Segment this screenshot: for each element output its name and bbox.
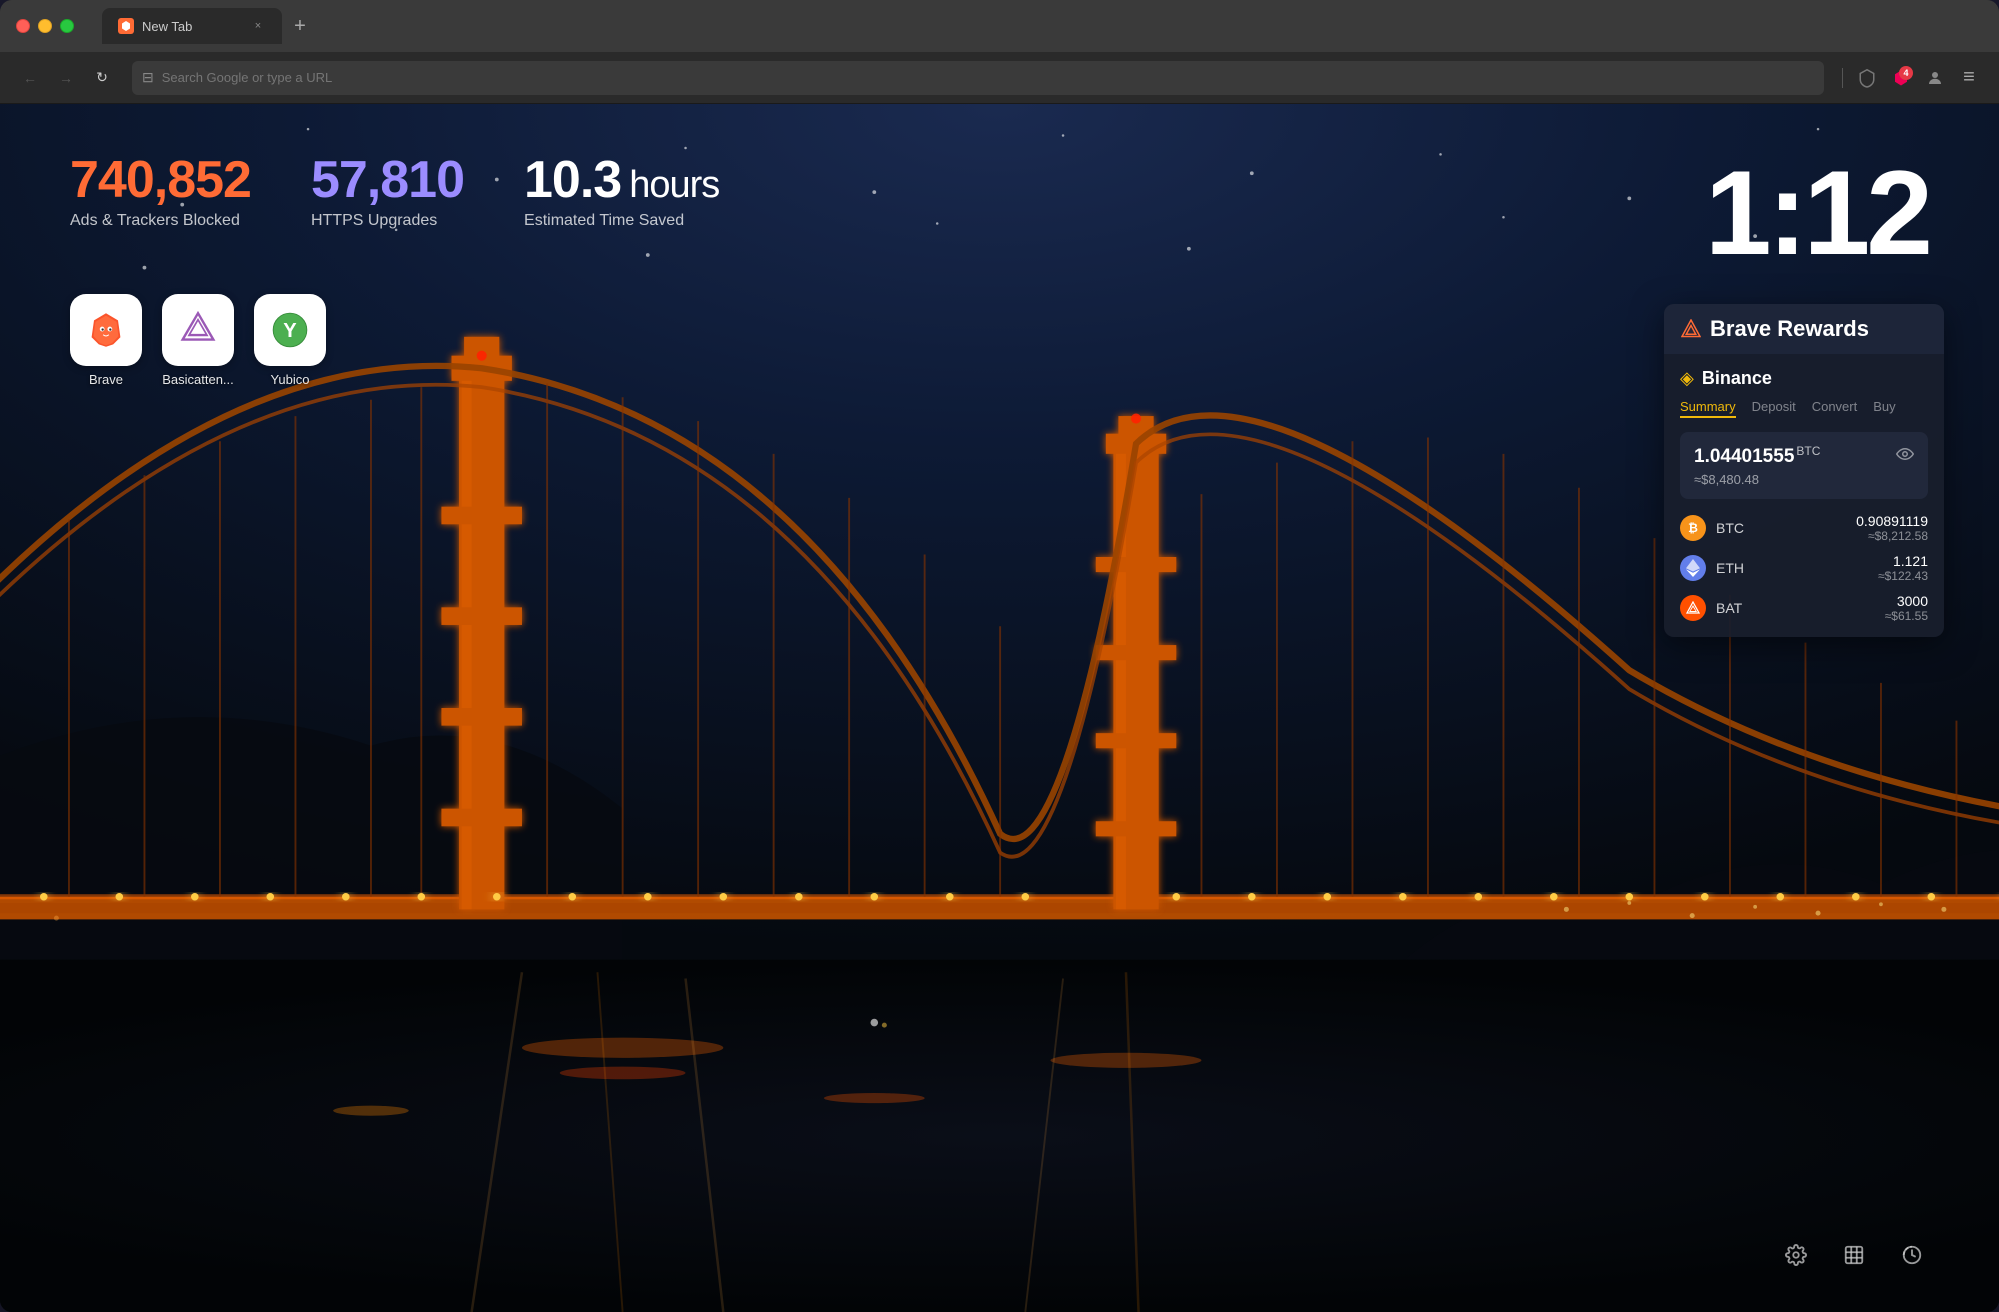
bat-values: 3000 ≈$61.55 <box>1762 593 1928 623</box>
rewards-title: Brave Rewards <box>1710 316 1869 342</box>
eth-icon <box>1680 555 1706 581</box>
eth-usd: ≈$122.43 <box>1762 569 1928 583</box>
binance-section: ◈ Binance Summary Deposit Convert Buy 1 <box>1664 354 1944 637</box>
tab-close-button[interactable]: × <box>250 18 266 34</box>
btc-amount: 0.90891119 <box>1762 513 1928 529</box>
balance-box: 1.04401555BTC ≈$8,480.48 <box>1680 432 1928 499</box>
profile-icon[interactable] <box>1921 64 1949 92</box>
time-saved-label: Estimated Time Saved <box>524 212 719 230</box>
background-image <box>0 104 1999 1312</box>
binance-header: ◈ Binance <box>1680 368 1928 389</box>
settings-icon[interactable] <box>1779 1238 1813 1272</box>
tab-bar: New Tab × + <box>102 8 1983 44</box>
bat-row: BAT 3000 ≈$61.55 <box>1680 593 1928 623</box>
eth-name: ETH <box>1716 560 1752 576</box>
url-input[interactable] <box>162 70 1814 85</box>
coin-list: ₿ BTC 0.90891119 ≈$8,212.58 <box>1680 513 1928 623</box>
rewards-widget: Brave Rewards ◈ Binance Summary Deposit … <box>1664 304 1944 637</box>
bookmarks-icon[interactable] <box>1837 1238 1871 1272</box>
binance-tab-buy[interactable]: Buy <box>1873 399 1895 418</box>
reload-button[interactable]: ↻ <box>88 64 116 92</box>
binance-name: Binance <box>1702 368 1772 389</box>
ads-blocked-stat: 740,852 Ads & Trackers Blocked <box>70 154 251 230</box>
yubico-icon-image: Y <box>254 294 326 366</box>
eth-values: 1.121 ≈$122.43 <box>1762 553 1928 583</box>
main-content: 740,852 Ads & Trackers Blocked 57,810 HT… <box>0 104 1999 1312</box>
rewards-header: Brave Rewards <box>1664 304 1944 354</box>
balance-usd: ≈$8,480.48 <box>1694 472 1914 487</box>
traffic-lights <box>16 19 74 33</box>
minimize-window-button[interactable] <box>38 19 52 33</box>
hide-balance-button[interactable] <box>1896 447 1914 466</box>
bridge-scene <box>0 104 1999 1312</box>
fullscreen-window-button[interactable] <box>60 19 74 33</box>
binance-tab-deposit[interactable]: Deposit <box>1752 399 1796 418</box>
bottom-icons <box>1779 1238 1929 1272</box>
title-bar: New Tab × + <box>0 0 1999 52</box>
btc-usd: ≈$8,212.58 <box>1762 529 1928 543</box>
app-icons: Brave Basicatten... <box>70 294 326 387</box>
https-upgrades-stat: 57,810 HTTPS Upgrades <box>311 154 464 230</box>
back-button[interactable]: ← <box>16 64 44 92</box>
btc-values: 0.90891119 ≈$8,212.58 <box>1762 513 1928 543</box>
bat-name: BAT <box>1716 600 1752 616</box>
app-icon-bat[interactable]: Basicatten... <box>162 294 234 387</box>
stats-overlay: 740,852 Ads & Trackers Blocked 57,810 HT… <box>70 154 719 230</box>
binance-tab-summary[interactable]: Summary <box>1680 399 1736 418</box>
tab-favicon <box>118 18 134 34</box>
eth-amount: 1.121 <box>1762 553 1928 569</box>
balance-main: 1.04401555BTC <box>1694 444 1914 468</box>
yubico-icon-label: Yubico <box>270 372 309 387</box>
bat-amount: 3000 <box>1762 593 1928 609</box>
brave-icon-label: Brave <box>89 372 123 387</box>
btc-name: BTC <box>1716 520 1752 536</box>
toolbar-divider <box>1842 68 1843 88</box>
address-bar[interactable]: ⊟ <box>132 61 1824 95</box>
browser-window: New Tab × + ← → ↻ ⊟ 4 ≡ <box>0 0 1999 1312</box>
balance-amount-container: 1.04401555BTC <box>1694 444 1820 468</box>
close-window-button[interactable] <box>16 19 30 33</box>
tab-title: New Tab <box>142 19 242 34</box>
balance-amount: 1.04401555BTC <box>1694 446 1820 467</box>
bat-usd: ≈$61.55 <box>1762 609 1928 623</box>
btc-icon: ₿ <box>1680 515 1706 541</box>
app-icon-brave[interactable]: Brave <box>70 294 142 387</box>
eth-row: ETH 1.121 ≈$122.43 <box>1680 553 1928 583</box>
ads-blocked-label: Ads & Trackers Blocked <box>70 212 251 230</box>
bat-icon-label: Basicatten... <box>162 372 234 387</box>
https-upgrades-value: 57,810 <box>311 154 464 206</box>
btc-row: ₿ BTC 0.90891119 ≈$8,212.58 <box>1680 513 1928 543</box>
ads-blocked-value: 740,852 <box>70 154 251 206</box>
bat-icon-image <box>162 294 234 366</box>
history-icon[interactable] <box>1895 1238 1929 1272</box>
brave-icon-image <box>70 294 142 366</box>
time-saved-stat: 10.3hours Estimated Time Saved <box>524 154 719 230</box>
svg-text:Y: Y <box>283 320 297 342</box>
time-saved-value: 10.3hours <box>524 154 719 206</box>
shield-icon[interactable] <box>1853 64 1881 92</box>
binance-tabs: Summary Deposit Convert Buy <box>1680 399 1928 418</box>
https-upgrades-label: HTTPS Upgrades <box>311 212 464 230</box>
toolbar: ← → ↻ ⊟ 4 ≡ <box>0 52 1999 104</box>
forward-button[interactable]: → <box>52 64 80 92</box>
binance-tab-convert[interactable]: Convert <box>1812 399 1858 418</box>
active-tab[interactable]: New Tab × <box>102 8 282 44</box>
bookmark-icon: ⊟ <box>142 69 154 86</box>
bat-rewards-icon <box>1680 318 1702 340</box>
new-tab-button[interactable]: + <box>286 12 314 40</box>
rewards-badge: 4 <box>1899 66 1913 80</box>
rewards-icon[interactable]: 4 <box>1887 64 1915 92</box>
bat-coin-icon <box>1680 595 1706 621</box>
app-icon-yubico[interactable]: Y Yubico <box>254 294 326 387</box>
clock: 1:12 <box>1705 144 1929 282</box>
menu-icon[interactable]: ≡ <box>1955 64 1983 92</box>
binance-logo-icon: ◈ <box>1680 368 1694 389</box>
toolbar-right: 4 ≡ <box>1853 64 1983 92</box>
